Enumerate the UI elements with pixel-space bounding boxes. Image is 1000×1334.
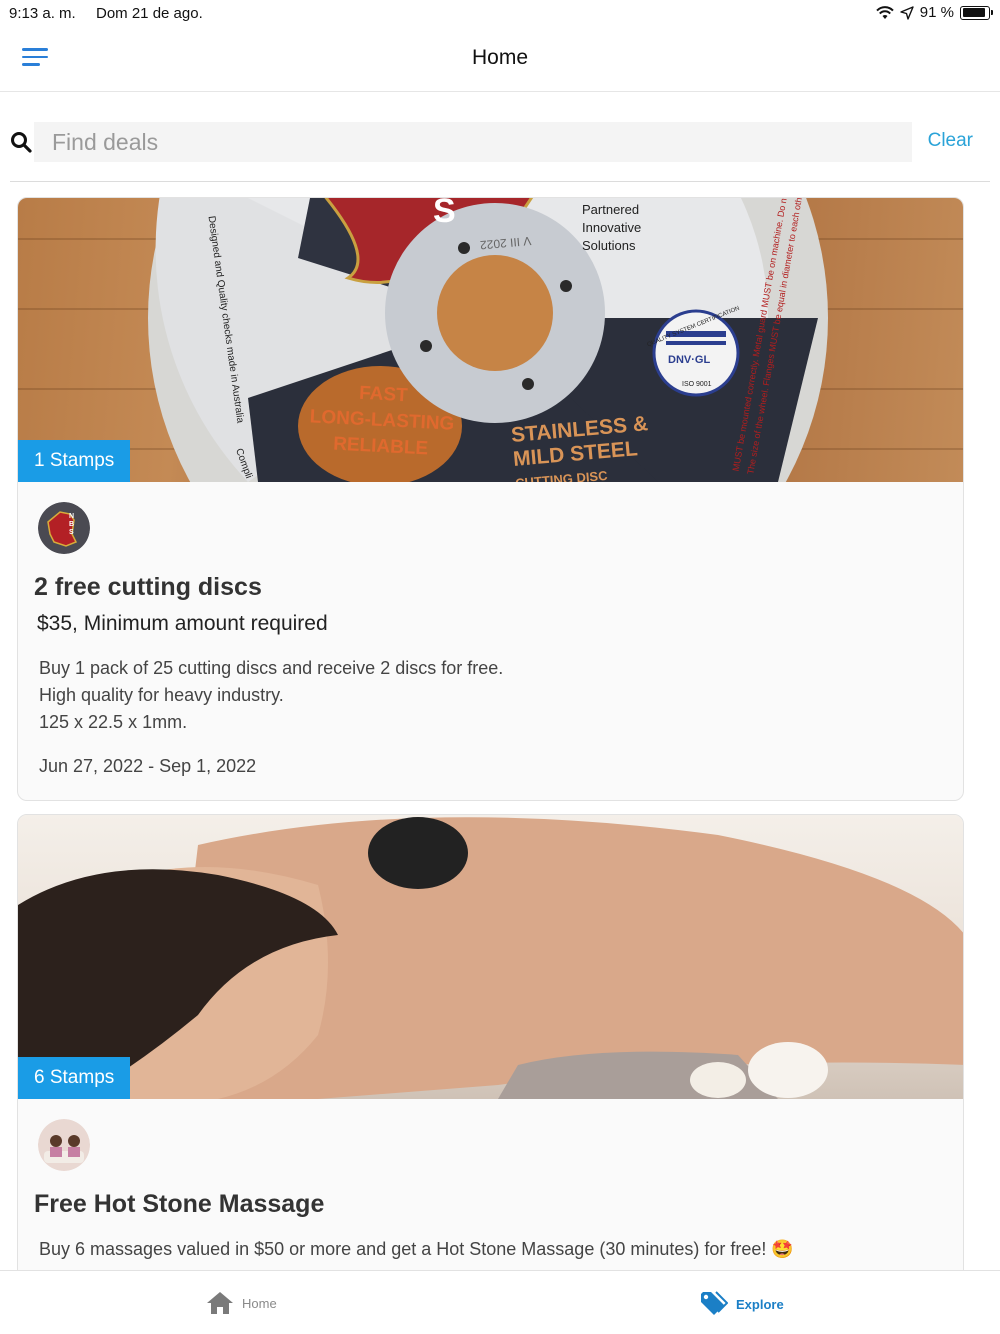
deal-title: Free Hot Stone Massage bbox=[34, 1190, 325, 1218]
deal-card[interactable]: 6 Stamps Free Hot Stone Massage Buy 6 ma… bbox=[17, 814, 964, 1284]
merchant-avatar: NBS bbox=[38, 502, 90, 554]
deal-card[interactable]: S Partnered Innovative Solutions V III 2… bbox=[17, 197, 964, 801]
disc-brand-badge: S bbox=[433, 198, 456, 230]
deal-description: Buy 6 massages valued in $50 or more and… bbox=[39, 1239, 794, 1259]
deal-dates: Jun 27, 2022 - Sep 1, 2022 bbox=[39, 756, 257, 776]
battery-icon bbox=[960, 5, 993, 20]
tag-icon bbox=[701, 1291, 728, 1315]
stamps-badge: 1 Stamps bbox=[18, 440, 131, 482]
deal-image: S Partnered Innovative Solutions V III 2… bbox=[18, 198, 963, 482]
disc-fast-text: FAST LONG-LASTING RELIABLE bbox=[309, 382, 455, 460]
status-date: Dom 21 de ago. bbox=[96, 5, 203, 22]
merchant-avatar-text: NBS bbox=[69, 513, 75, 536]
tab-bar: Home Explore bbox=[0, 1270, 1000, 1334]
tab-home[interactable]: Home bbox=[206, 1291, 277, 1315]
clear-button[interactable]: Clear bbox=[928, 130, 973, 152]
battery-level bbox=[962, 8, 986, 17]
merchant-avatar bbox=[38, 1119, 90, 1171]
search-input[interactable] bbox=[34, 122, 912, 162]
wifi-icon bbox=[876, 5, 894, 19]
deal-description: Buy 1 pack of 25 cutting discs and recei… bbox=[39, 658, 504, 732]
location-arrow-icon bbox=[900, 5, 914, 20]
deal-image: 6 Stamps bbox=[18, 815, 963, 1099]
search-bar: Clear bbox=[10, 120, 990, 182]
tab-home-label: Home bbox=[242, 1295, 277, 1311]
status-bar: 9:13 a. m. Dom 21 de ago. 91 % bbox=[0, 0, 1000, 28]
disc-iso-text: ISO 9001 bbox=[682, 381, 712, 388]
deal-subtitle: $35, Minimum amount required bbox=[37, 612, 328, 635]
search-icon bbox=[11, 132, 32, 153]
status-indicators: 91 % bbox=[876, 4, 993, 21]
deal-title: 2 free cutting discs bbox=[34, 573, 262, 601]
disc-steel-text: STAINLESS & MILD STEEL CUTTING DISC bbox=[510, 412, 649, 482]
stamps-badge: 6 Stamps bbox=[18, 1057, 131, 1099]
tab-explore[interactable]: Explore bbox=[700, 1291, 784, 1317]
status-time: 9:13 a. m. bbox=[9, 5, 76, 22]
disc-partnered-text: Partnered Innovative Solutions bbox=[582, 202, 642, 253]
page-title: Home bbox=[471, 46, 529, 69]
tab-explore-label: Explore bbox=[736, 1296, 784, 1312]
disc-cert-text: DNV·GL bbox=[668, 354, 711, 366]
home-icon bbox=[207, 1292, 233, 1314]
battery-percent: 91 % bbox=[919, 4, 954, 21]
massage-illustration bbox=[18, 817, 963, 1099]
navigation-bar: Home bbox=[0, 28, 1000, 92]
